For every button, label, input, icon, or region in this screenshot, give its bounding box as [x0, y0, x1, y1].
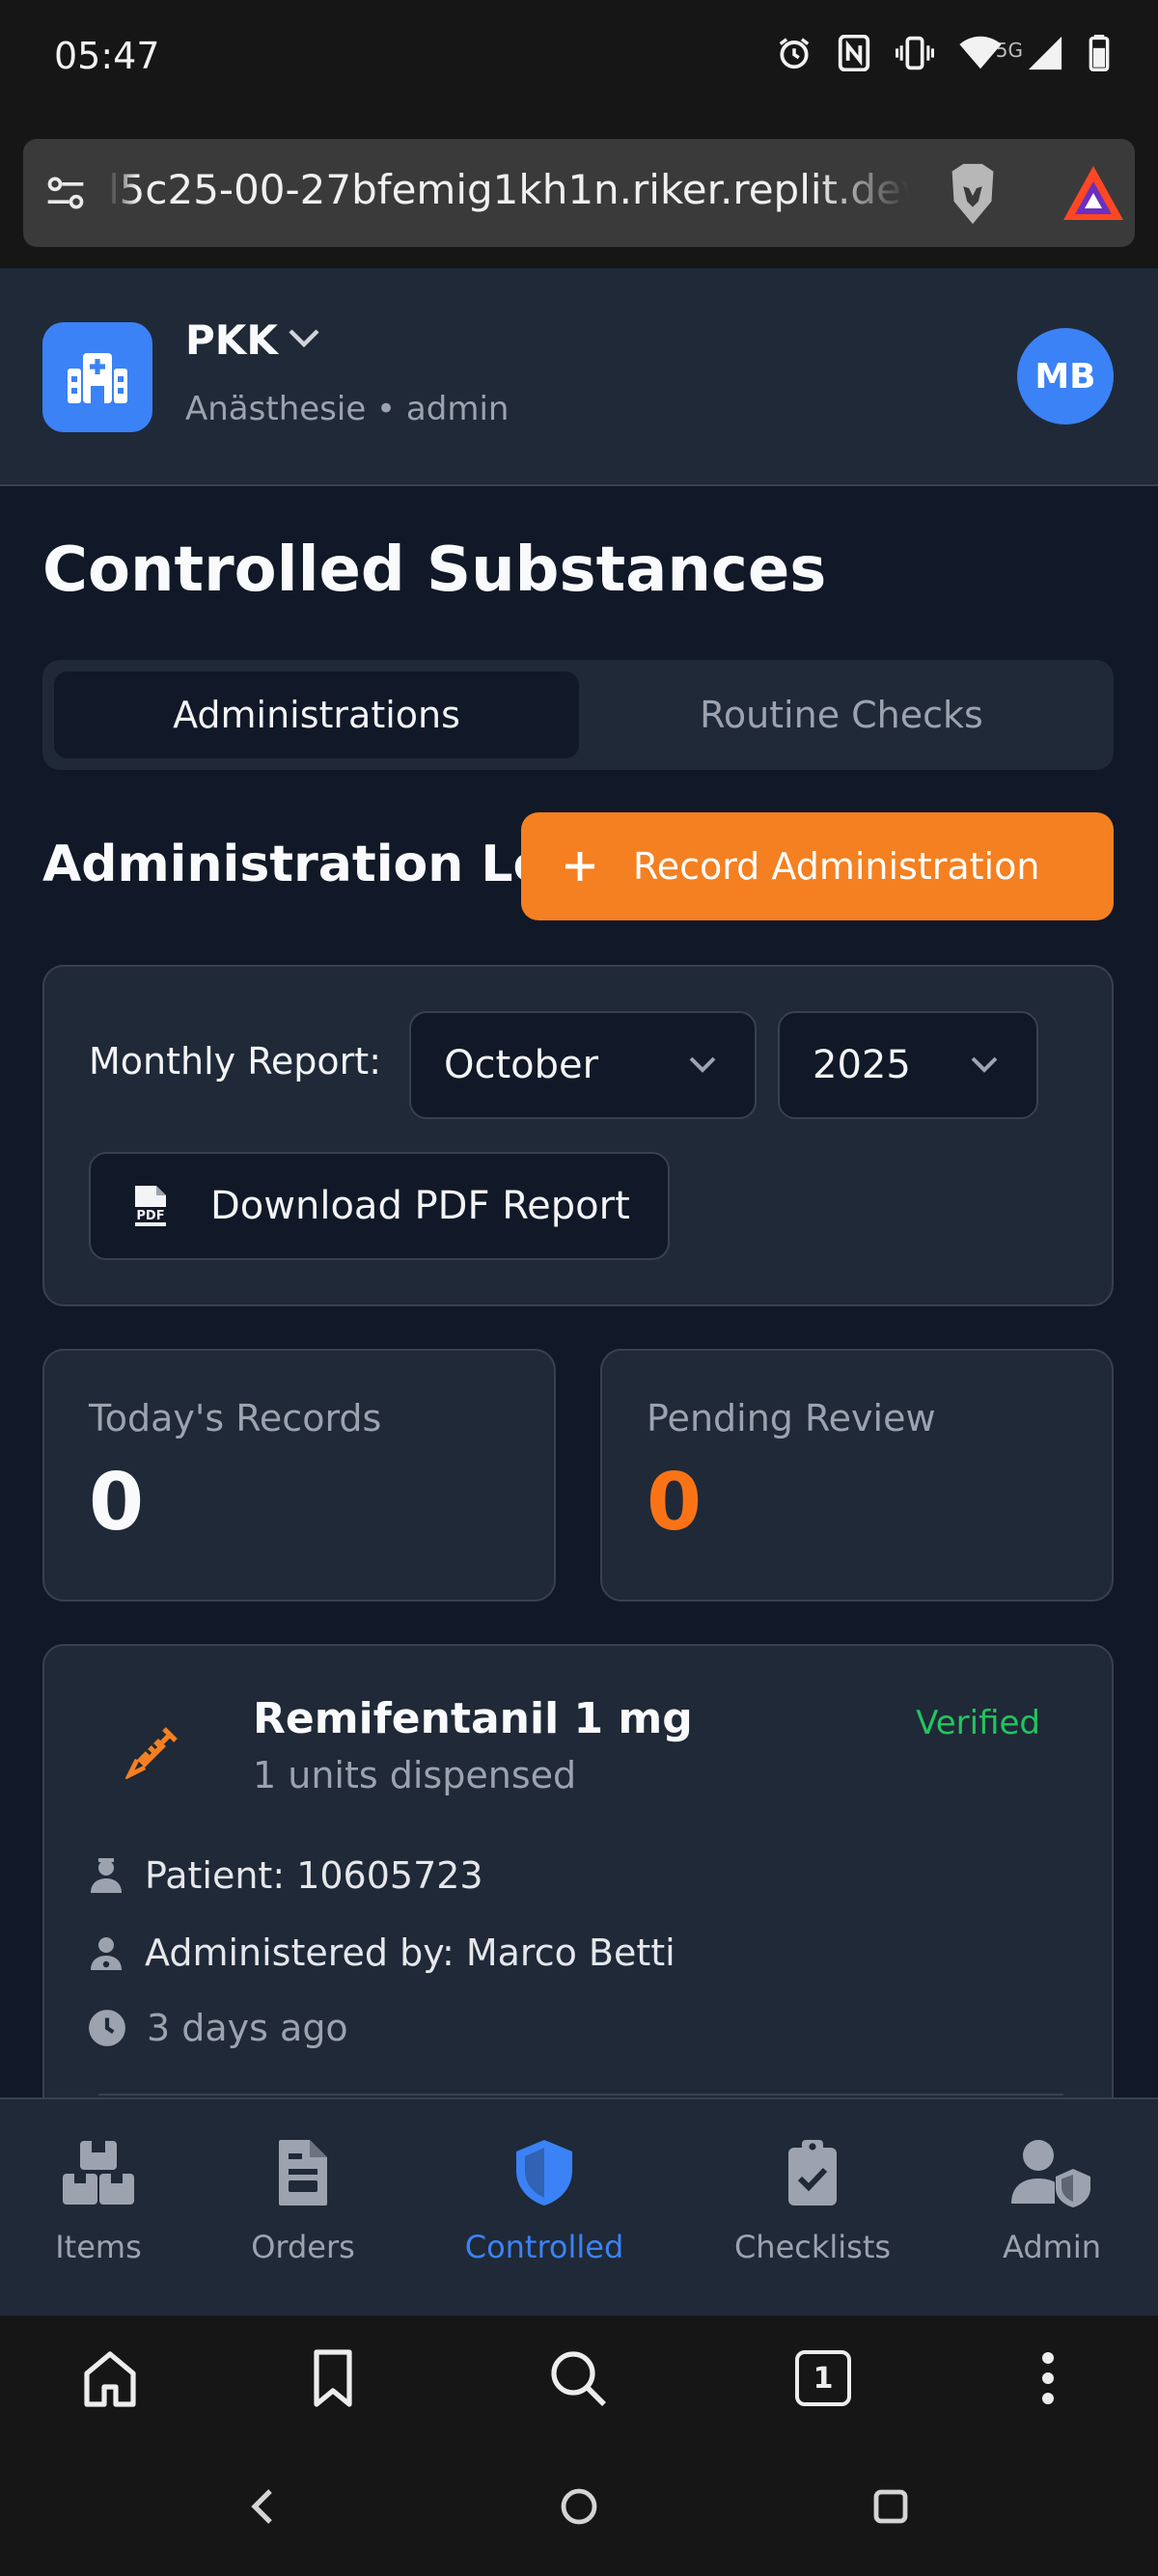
tab-bar: Administrations Routine Checks — [42, 660, 1114, 770]
todays-records-card: Today's Records 0 — [42, 1349, 556, 1602]
monthly-report-card: Monthly Report: October 2025 PDF Downloa… — [42, 965, 1114, 1306]
chevron-down-icon — [689, 1056, 716, 1073]
signal-icon — [1028, 36, 1062, 70]
syringe-icon — [125, 1727, 178, 1779]
address-bar[interactable]: l5c25-00-27bfemig1kh1n.riker.replit.dev — [23, 139, 1135, 247]
org-subtitle: Anästhesie • admin — [185, 390, 510, 428]
nav-label-items: Items — [55, 2229, 142, 2265]
home-icon[interactable] — [81, 2348, 139, 2408]
administration-entry-card[interactable]: Remifentanil 1 mg 1 units dispensed Veri… — [42, 1644, 1114, 2097]
card-divider — [98, 2094, 1063, 2096]
record-administration-button[interactable]: Record Administration — [521, 812, 1114, 920]
nav-item-orders[interactable]: Orders — [207, 2134, 400, 2265]
patient-icon — [91, 1858, 122, 1893]
wifi-icon — [959, 36, 1002, 69]
month-value: October — [444, 1043, 599, 1087]
avatar[interactable]: MB — [1017, 328, 1114, 425]
administered-by-row: Administered by: Marco Betti — [87, 1932, 676, 1974]
status-badge: Verified — [916, 1704, 1040, 1742]
pending-review-value: 0 — [647, 1457, 703, 1548]
nav-item-controlled[interactable]: Controlled — [448, 2134, 641, 2265]
nav-label-orders: Orders — [251, 2229, 355, 2265]
chevron-down-icon[interactable] — [288, 328, 320, 349]
more-icon[interactable] — [1036, 2348, 1060, 2408]
patient-label: Patient: 10605723 — [145, 1854, 483, 1897]
shield-icon — [516, 2140, 572, 2206]
vibrate-icon — [896, 36, 934, 70]
org-name[interactable]: PKK — [185, 316, 278, 364]
doctor-icon — [91, 1937, 122, 1970]
status-time: 05:47 — [54, 35, 160, 77]
patient-row: Patient: 10605723 — [87, 1854, 483, 1897]
clock-icon — [89, 2010, 125, 2046]
year-select[interactable]: 2025 — [778, 1011, 1038, 1119]
year-value: 2025 — [813, 1043, 911, 1087]
system-nav-bar — [0, 2447, 1158, 2576]
hospital-icon — [68, 353, 127, 403]
nav-item-items[interactable]: Items — [2, 2134, 195, 2265]
bottom-nav: Items Orders Controlled Checklists Admin — [0, 2097, 1158, 2316]
brave-rewards-icon[interactable] — [1062, 164, 1125, 222]
site-settings-icon[interactable] — [44, 172, 87, 214]
search-icon[interactable] — [548, 2348, 608, 2408]
todays-records-value: 0 — [89, 1457, 145, 1548]
record-button-label: Record Administration — [633, 845, 1040, 888]
nav-label-controlled: Controlled — [464, 2229, 624, 2265]
section-title: Administration Log — [42, 836, 584, 893]
status-icons — [776, 35, 1110, 71]
monthly-report-label: Monthly Report: — [89, 1040, 381, 1082]
boxes-icon — [63, 2141, 134, 2205]
brave-shields-icon[interactable] — [942, 160, 1004, 228]
home-circle-icon[interactable] — [560, 2487, 598, 2526]
page-title: Controlled Substances — [42, 534, 827, 606]
download-pdf-button[interactable]: PDF Download PDF Report — [89, 1152, 670, 1260]
download-pdf-label: Download PDF Report — [210, 1184, 630, 1228]
browser-toolbar: 1 — [0, 2316, 1158, 2447]
user-shield-icon — [1011, 2140, 1090, 2207]
url-text[interactable]: l5c25-00-27bfemig1kh1n.riker.replit.dev — [108, 166, 919, 213]
url-fade — [814, 139, 950, 247]
month-select[interactable]: October — [409, 1011, 757, 1119]
svg-text:PDF: PDF — [136, 1209, 164, 1223]
pdf-file-icon: PDF — [131, 1186, 170, 1226]
nfc-icon — [838, 35, 870, 71]
nav-label-checklists: Checklists — [733, 2229, 892, 2265]
document-icon — [279, 2140, 327, 2206]
app-header: PKK Anästhesie • admin MB — [0, 268, 1158, 486]
chevron-down-icon — [971, 1056, 998, 1073]
dispensed-quantity: 1 units dispensed — [253, 1754, 577, 1796]
recents-icon[interactable] — [872, 2487, 909, 2526]
nav-item-checklists[interactable]: Checklists — [716, 2134, 909, 2265]
main-content: Controlled Substances Administrations Ro… — [0, 486, 1158, 2097]
tab-routine-checks[interactable]: Routine Checks — [579, 671, 1104, 758]
bookmark-icon[interactable] — [311, 2348, 355, 2408]
nav-label-admin: Admin — [1003, 2229, 1101, 2265]
nav-item-admin[interactable]: Admin — [955, 2134, 1148, 2265]
todays-records-label: Today's Records — [89, 1397, 382, 1439]
tab-administrations[interactable]: Administrations — [54, 671, 579, 758]
pending-review-label: Pending Review — [647, 1397, 936, 1439]
plus-icon — [565, 852, 594, 881]
alarm-icon — [779, 38, 810, 69]
tabs-icon[interactable]: 1 — [795, 2350, 851, 2406]
browser-address-area: l5c25-00-27bfemig1kh1n.riker.replit.dev — [0, 116, 1158, 268]
clipboard-check-icon — [788, 2140, 837, 2206]
back-icon[interactable] — [249, 2487, 276, 2526]
time-row: 3 days ago — [87, 2007, 348, 2049]
hospital-logo — [42, 322, 152, 432]
pending-review-card: Pending Review 0 — [600, 1349, 1114, 1602]
status-bar: 05:47 5G — [0, 0, 1158, 116]
battery-icon — [1089, 35, 1110, 71]
time-label: 3 days ago — [147, 2007, 348, 2049]
drug-name: Remifentanil 1 mg — [253, 1694, 693, 1743]
administered-by-label: Administered by: Marco Betti — [145, 1932, 676, 1974]
